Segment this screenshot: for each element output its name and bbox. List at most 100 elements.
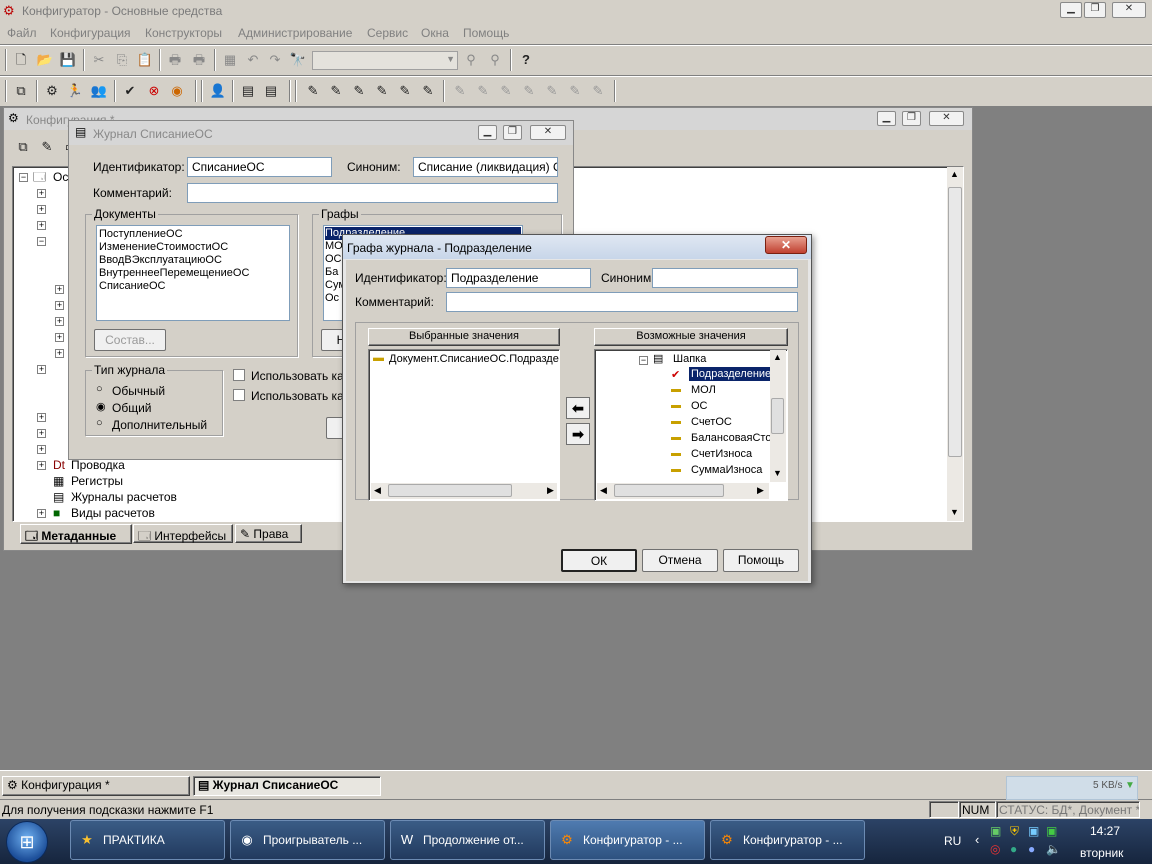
selected-values-list[interactable]: ▬ Документ.СписаниеОС.Подразде ◀ ▶ (368, 349, 560, 501)
table-edit-icon[interactable]: ▤ (237, 80, 259, 102)
wizard-disabled-icon[interactable]: ✎ (541, 80, 563, 102)
remove-arrow-button[interactable]: ⬅ (566, 397, 590, 419)
tree-expand-icon[interactable]: + (37, 365, 46, 374)
edit-icon[interactable]: ✎ (36, 136, 58, 158)
documents-list[interactable]: ПоступлениеОС ИзменениеСтоимостиОС ВводВ… (96, 225, 290, 321)
minimize-button[interactable]: ▁ (1060, 2, 1082, 18)
menu-file[interactable]: Файл (7, 26, 37, 40)
scroll-up-icon[interactable]: ▲ (773, 352, 782, 362)
list-item[interactable]: СписаниеОС (99, 280, 287, 293)
tray-volume-icon[interactable]: 🔈 (1046, 842, 1061, 856)
tab-interfaces[interactable]: 🗔 Интерфейсы (133, 524, 233, 543)
window-tab-journal[interactable]: ▤ Журнал СписаниеОС (193, 776, 381, 796)
add-arrow-button[interactable]: ➡ (566, 423, 590, 445)
wizard-icon[interactable]: ✎ (325, 80, 347, 102)
possible-vscrollbar[interactable]: ▲ ▼ (770, 350, 786, 482)
tree-expand-icon[interactable]: + (37, 189, 46, 198)
runner-icon[interactable]: 🏃 (64, 80, 86, 102)
column-synonym-field[interactable] (652, 268, 798, 288)
tree-expand-icon[interactable]: + (37, 205, 46, 214)
tree-item[interactable]: БалансоваяСто (691, 432, 771, 444)
tree-expand-icon[interactable]: + (55, 285, 64, 294)
save-icon[interactable]: 💾 (57, 49, 79, 71)
scroll-thumb[interactable] (948, 187, 962, 457)
tree-expand-icon[interactable]: + (37, 445, 46, 454)
tree-item-calc-types[interactable]: Виды расчетов (71, 505, 155, 521)
column-id-field[interactable]: Подразделение (446, 268, 591, 288)
wizard-disabled-icon[interactable]: ✎ (495, 80, 517, 102)
journal-close-button[interactable]: ✕ (530, 125, 566, 140)
tree-expand-icon[interactable]: + (37, 429, 46, 438)
search-combo[interactable]: ▼ (312, 51, 458, 70)
scroll-down-icon[interactable]: ▼ (773, 468, 782, 478)
wizard-disabled-icon[interactable]: ✎ (587, 80, 609, 102)
wizard-disabled-icon[interactable]: ✎ (564, 80, 586, 102)
wizard-disabled-icon[interactable]: ✎ (472, 80, 494, 102)
user-icon[interactable]: 👤 (207, 80, 229, 102)
tree-expand-icon[interactable]: + (37, 461, 46, 470)
taskbar-item-configurator[interactable]: ⚙ Конфигуратор - ... (710, 820, 865, 860)
column-comment-field[interactable] (446, 292, 798, 312)
possible-values-tree[interactable]: − ▤ Шапка ✔ Подразделение ▬ МОЛ ▬ ОС ▬ С… (594, 349, 788, 501)
tray-shield-icon[interactable]: ⛨ (1010, 824, 1019, 839)
find-icon[interactable]: 🔭 (287, 49, 309, 71)
journal-minimize-button[interactable]: ▁ (478, 125, 497, 140)
taskbar-item-configurator-active[interactable]: ⚙ Конфигуратор - ... (550, 820, 705, 860)
tree-item[interactable]: СчетОС (691, 416, 732, 428)
tree-expand-icon[interactable]: + (37, 221, 46, 230)
tree-expand-icon[interactable]: + (37, 413, 46, 422)
list-item[interactable]: ПоступлениеОС (99, 228, 287, 241)
tray-globe-icon[interactable]: ● (1010, 842, 1017, 856)
menu-administration[interactable]: Администрирование (238, 26, 352, 40)
new-icon[interactable]: 🗋 (10, 49, 32, 71)
open-icon[interactable]: 📂 (34, 49, 56, 71)
undo-icon[interactable]: ↶ (242, 49, 264, 71)
start-button[interactable]: ⊞ (6, 821, 48, 863)
restore-button[interactable]: ❐ (1084, 2, 1106, 18)
journal-comment-field[interactable] (187, 183, 558, 203)
refresh-icon[interactable]: ◉ (166, 80, 188, 102)
config-minimize-button[interactable]: ▁ (877, 111, 896, 126)
wizard-icon[interactable]: ✎ (394, 80, 416, 102)
copy-icon[interactable]: ⎘ (111, 49, 133, 71)
tray-expand-icon[interactable]: ‹ (975, 832, 979, 847)
print-preview-icon[interactable]: 🖶 (188, 49, 210, 71)
tree-collapse-icon[interactable]: − (639, 356, 648, 365)
taskbar-item-player[interactable]: ◉ Проигрыватель ... (230, 820, 385, 860)
tree-item[interactable]: СуммаИзноса (691, 464, 762, 476)
users-icon[interactable]: 👥 (88, 80, 110, 102)
wizard-icon[interactable]: ✎ (302, 80, 324, 102)
radio-general[interactable]: ◉ (96, 400, 106, 413)
menu-help[interactable]: Помощь (463, 26, 509, 40)
tray-network-icon[interactable]: ▣ (990, 824, 1001, 838)
list-item[interactable]: ВнутреннееПеремещениеОС (99, 267, 287, 280)
tree-item[interactable]: ОС (691, 400, 708, 412)
clock-time[interactable]: 14:27 (1090, 824, 1120, 838)
taskbar-item-document[interactable]: W Продолжение от... (390, 820, 545, 860)
tree-vscrollbar[interactable]: ▲ ▼ (947, 167, 963, 521)
scroll-right-icon[interactable]: ▶ (547, 485, 554, 496)
close-button[interactable]: ✕ (1112, 2, 1146, 18)
cut-icon[interactable]: ✂ (88, 49, 110, 71)
clock-day[interactable]: вторник (1080, 846, 1123, 860)
config-restore-button[interactable]: ❐ (902, 111, 921, 126)
column-close-button[interactable]: ✕ (765, 236, 807, 254)
syntax-check-icon[interactable]: ✔ (119, 80, 141, 102)
tree-expand-icon[interactable]: + (55, 317, 64, 326)
help-icon[interactable]: ? (515, 49, 537, 71)
journal-id-field[interactable]: СписаниеОС (187, 157, 332, 177)
config-tree-icon[interactable]: ⧉ (10, 80, 32, 102)
scroll-left-icon[interactable]: ◀ (374, 485, 381, 496)
scroll-down-icon[interactable]: ▼ (950, 507, 959, 517)
selected-value-item[interactable]: Документ.СписаниеОС.Подразде (389, 353, 559, 365)
properties-icon[interactable]: ⧉ (12, 136, 34, 158)
scroll-thumb[interactable] (771, 398, 784, 434)
checkbox-use-1[interactable] (233, 369, 245, 381)
wizard-icon[interactable]: ✎ (371, 80, 393, 102)
scroll-thumb[interactable] (614, 484, 724, 497)
tree-item-selected[interactable]: Подразделение (689, 367, 774, 381)
table-move-icon[interactable]: ▤ (260, 80, 282, 102)
scroll-right-icon[interactable]: ▶ (757, 485, 764, 496)
language-indicator[interactable]: RU (944, 834, 961, 848)
list-item[interactable]: ИзменениеСтоимостиОС (99, 241, 287, 254)
